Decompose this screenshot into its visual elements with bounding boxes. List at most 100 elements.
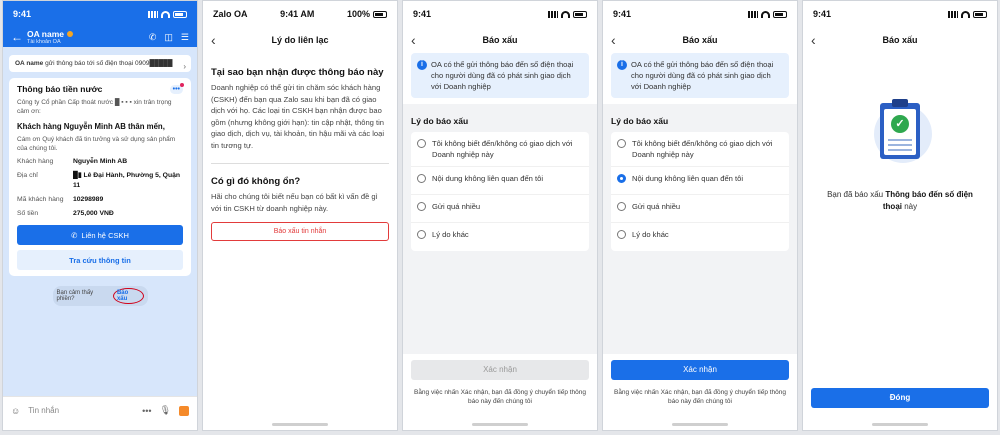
reason-option-label: Lý do khác [432, 230, 469, 239]
msg-bold: Thông báo đến số điện thoại [882, 190, 973, 211]
phone-small-icon: ✆ [71, 230, 78, 240]
status-carrier: Zalo OA [213, 9, 248, 19]
status-icons [148, 10, 187, 18]
radio-icon [617, 230, 626, 239]
notice-oa-name: OA name [15, 60, 44, 67]
report-link[interactable]: Báo xấu [112, 288, 144, 304]
lookup-info-label: Tra cứu thông tin [69, 255, 131, 265]
menu-icon[interactable]: ☰ [181, 32, 189, 43]
problem-paragraph: Hãi cho chúng tôi biết nếu bạn có bất kì… [211, 192, 378, 213]
nav-bar: ‹ Báo xấu [403, 27, 597, 53]
video-icon[interactable]: ◫ [164, 32, 173, 43]
paper-line [888, 139, 912, 141]
reason-option-label: Gửi quá nhiều [632, 202, 681, 211]
divider [211, 163, 389, 164]
why-paragraph: Doanh nghiệp có thể gửi tin chăm sóc khá… [211, 83, 385, 150]
confirm-button[interactable]: Xác nhận [611, 360, 789, 380]
success-message: Bạn đã báo xấu Thông báo đến số điện tho… [819, 189, 981, 213]
oa-subtitle: Tài khoản OA [27, 39, 61, 45]
emoji-icon[interactable]: ☺ [11, 406, 20, 416]
reason-options: Tôi không biết đến/không có giao dịch vớ… [611, 132, 789, 251]
nav-bar: ‹ Lý do liên lạc [203, 27, 397, 53]
chat-screen: 9:41 ← OA name Tài khoản OA ✆ ◫ ☰ OA nam… [2, 0, 198, 431]
more-options-icon[interactable]: ••• [169, 82, 185, 94]
row-value: 275,000 VNĐ [73, 210, 114, 217]
radio-checked-icon [617, 174, 626, 183]
phone-icon[interactable]: ✆ [149, 32, 157, 43]
contact-support-label: Liên hệ CSKH [81, 230, 129, 240]
reason-option[interactable]: Lý do khác [411, 223, 589, 251]
info-section: i OA có thể gửi thông báo đến số điện tho… [603, 53, 797, 104]
more-icon[interactable]: ••• [142, 406, 151, 416]
confirm-button-disabled[interactable]: Xác nhận [411, 360, 589, 380]
reason-option[interactable]: Nội dung không liên quan đến tôi [411, 167, 589, 195]
status-icons [948, 10, 987, 18]
status-bar: 9:41 [3, 1, 197, 27]
info-box: i OA có thể gửi thông báo đến số điện tho… [611, 53, 789, 98]
reason-option[interactable]: Tôi không biết đến/không có giao dịch vớ… [611, 132, 789, 167]
reason-option[interactable]: Tôi không biết đến/không có giao dịch vớ… [411, 132, 589, 167]
row-value: █▮ Lê Đại Hành, Phường 5, Quận 11 [73, 172, 181, 189]
reason-label: Lý do báo xấu [411, 116, 469, 126]
card-thanks: Cám ơn Quý khách đã tin tưởng và sử dụng… [17, 136, 176, 152]
row-key: Địa chỉ [17, 172, 38, 179]
problem-heading: Có gì đó không ổn? [211, 176, 301, 187]
signal-icon [948, 10, 958, 18]
row-value: 10298989 [73, 196, 104, 203]
lookup-info-button[interactable]: Tra cứu thông tin [17, 250, 183, 270]
reason-label: Lý do báo xấu [611, 116, 669, 126]
back-chevron-icon[interactable]: ‹ [611, 32, 631, 48]
reason-option-label: Tôi không biết đến/không có giao dịch vớ… [432, 139, 573, 159]
confirm-footnote: Bằng việc nhấn Xác nhận, bạn đã đồng ý c… [613, 389, 787, 405]
reason-option-selected[interactable]: Nội dung không liên quan đến tôi [611, 167, 789, 195]
back-chevron-icon[interactable]: ‹ [411, 32, 431, 48]
page-title: Lý do liên lạc [271, 35, 329, 45]
back-arrow-icon[interactable]: ← [11, 30, 27, 44]
confirm-footer: Xác nhận Bằng việc nhấn Xác nhận, bạn đã… [603, 354, 797, 430]
report-success-screen: 9:41 ‹ Báo xấu ✓ Bạn đã báo xấu Thông báo… [802, 0, 998, 431]
wifi-icon [961, 10, 970, 18]
wifi-icon [561, 10, 570, 18]
home-indicator [272, 423, 328, 426]
oa-name: OA name [27, 29, 65, 39]
oa-title-block[interactable]: OA name Tài khoản OA [27, 29, 74, 45]
card-row-customer-id: Mã khách hàng 10298989 [17, 195, 183, 205]
reason-option[interactable]: Gửi quá nhiều [611, 195, 789, 223]
report-message-button[interactable]: Báo xấu tin nhắn [211, 222, 389, 241]
reason-option[interactable]: Gửi quá nhiều [411, 195, 589, 223]
row-key: Khách hàng [17, 158, 54, 165]
close-button[interactable]: Đóng [811, 388, 989, 408]
reason-option-label: Lý do khác [632, 230, 669, 239]
paper-line [888, 144, 912, 146]
home-indicator [872, 423, 928, 426]
signal-icon [548, 10, 558, 18]
radio-icon [417, 202, 426, 211]
page-title: Báo xấu [882, 35, 918, 45]
status-bar: Zalo OA 9:41 AM 100% [203, 1, 397, 27]
reason-options: Tôi không biết đến/không có giao dịch vớ… [411, 132, 589, 251]
status-icons [548, 10, 587, 18]
battery-icon [573, 10, 587, 18]
radio-icon [617, 139, 626, 148]
back-chevron-icon[interactable]: ‹ [811, 32, 831, 48]
status-battery-text: 100% [346, 9, 370, 19]
mic-icon[interactable]: 🎙 [160, 405, 171, 416]
reason-option-label: Tôi không biết đến/không có giao dịch vớ… [632, 139, 773, 159]
message-input[interactable]: Tin nhắn [28, 406, 134, 415]
info-section: i OA có thể gửi thông báo đến số điện tho… [403, 53, 597, 104]
message-input-bar: ☺ Tin nhắn ••• 🎙 [3, 396, 197, 430]
phone-notice-banner[interactable]: OA name gửi thông báo tới số điện thoại … [9, 55, 191, 72]
reason-option[interactable]: Lý do khác [611, 223, 789, 251]
row-key: Mã khách hàng [17, 196, 64, 203]
radio-icon [617, 202, 626, 211]
image-icon[interactable] [179, 405, 189, 416]
status-time: 9:41 [813, 9, 832, 19]
reason-option-label: Nội dung không liên quan đến tôi [432, 174, 544, 183]
verified-badge-icon [67, 31, 74, 37]
back-chevron-icon[interactable]: ‹ [211, 32, 231, 48]
info-icon: i [417, 60, 427, 70]
contact-support-button[interactable]: ✆ Liên hệ CSKH [17, 225, 183, 245]
info-text: OA có thể gửi thông báo đến số điện thoạ… [631, 60, 774, 91]
radio-icon [417, 174, 426, 183]
home-indicator [472, 423, 528, 426]
